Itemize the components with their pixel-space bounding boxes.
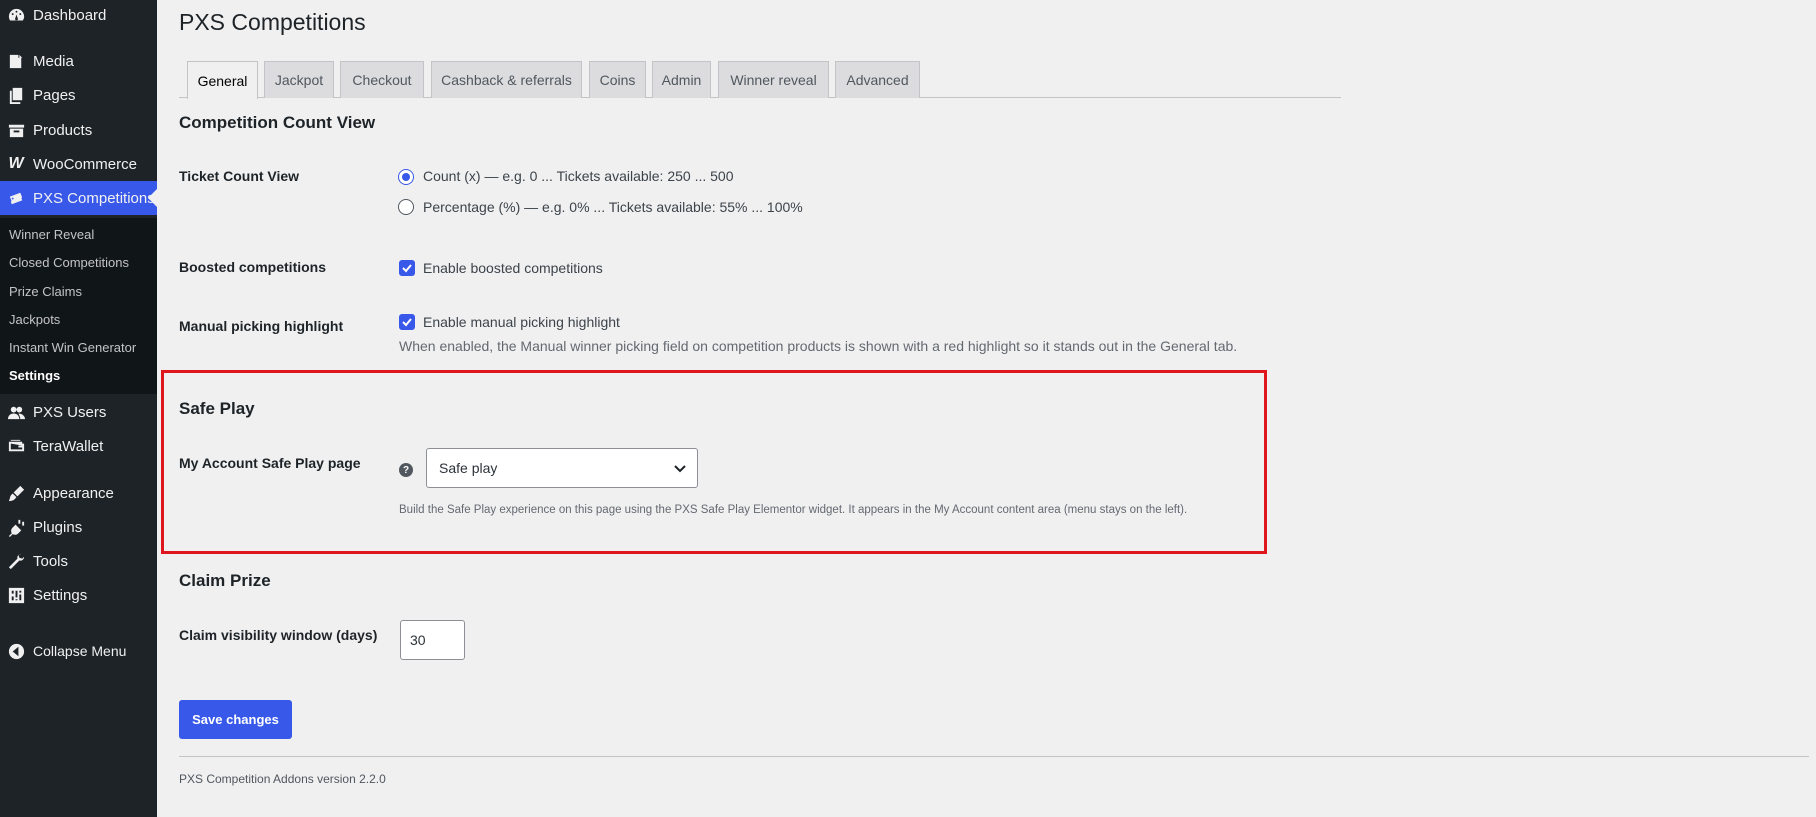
checkmark-icon <box>402 264 412 273</box>
footer-version: PXS Competition Addons version 2.2.0 <box>179 772 386 786</box>
submenu-settings[interactable]: Settings <box>9 368 60 383</box>
products-icon <box>6 120 26 140</box>
menu-pages[interactable]: Pages <box>0 78 157 112</box>
menu-label: Appearance <box>33 484 114 502</box>
boosted-checkbox[interactable] <box>399 260 415 276</box>
manual-picking-description: When enabled, the Manual winner picking … <box>399 338 1238 354</box>
safe-play-heading: Safe Play <box>179 399 255 418</box>
submenu-instant-win-generator[interactable]: Instant Win Generator <box>9 340 136 355</box>
manual-picking-checkbox[interactable] <box>399 314 415 330</box>
submenu-closed-competitions[interactable]: Closed Competitions <box>9 255 129 270</box>
collapse-icon <box>6 641 26 661</box>
tab-cashback-referrals[interactable]: Cashback & referrals <box>431 61 582 98</box>
count-view-heading: Competition Count View <box>179 113 376 132</box>
pages-icon <box>6 85 26 105</box>
brush-icon <box>6 483 26 503</box>
settings-icon <box>6 585 26 605</box>
tickets-icon <box>6 188 26 208</box>
settings-tabs: General Jackpot Checkout Cashback & refe… <box>179 61 1341 99</box>
footer-divider <box>179 756 1809 757</box>
menu-settings[interactable]: Settings <box>0 578 157 612</box>
manual-picking-checkbox-label: Enable manual picking highlight <box>423 314 620 330</box>
submenu-winner-reveal[interactable]: Winner Reveal <box>9 227 94 242</box>
menu-pxs-competitions[interactable]: PXS Competitions <box>0 181 157 215</box>
collapse-menu-button[interactable]: Collapse Menu <box>0 634 157 668</box>
safe-play-page-label: My Account Safe Play page <box>179 455 361 471</box>
wrench-icon <box>6 551 26 571</box>
users-icon <box>6 402 26 422</box>
tab-checkout[interactable]: Checkout <box>340 61 424 98</box>
claim-window-label: Claim visibility window (days) <box>179 627 378 643</box>
pxs-submenu: Winner Reveal Closed Competitions Prize … <box>0 218 157 394</box>
wallet-icon <box>6 436 26 456</box>
safe-play-page-select[interactable]: Safe play <box>426 448 698 488</box>
percentage-option-label: Percentage (%) — e.g. 0% ... Tickets ava… <box>423 199 803 215</box>
main-content: PXS Competitions General Jackpot Checkou… <box>157 0 1816 817</box>
menu-pxs-users[interactable]: PXS Users <box>0 395 157 429</box>
ticket-count-view-label: Ticket Count View <box>179 168 300 184</box>
save-changes-button[interactable]: Save changes <box>179 700 292 739</box>
submenu-jackpots[interactable]: Jackpots <box>9 312 60 327</box>
media-icon <box>6 51 26 71</box>
admin-sidebar: Dashboard Media Pages Products W WooComm… <box>0 0 157 817</box>
menu-label: Dashboard <box>33 6 107 24</box>
menu-appearance[interactable]: Appearance <box>0 476 157 510</box>
claim-window-input[interactable]: 30 <box>400 620 465 660</box>
safe-play-description: Build the Safe Play experience on this p… <box>399 504 1188 516</box>
tab-advanced[interactable]: Advanced <box>835 61 920 98</box>
menu-label: Collapse Menu <box>33 643 127 659</box>
tab-jackpot[interactable]: Jackpot <box>264 61 334 98</box>
manual-picking-label: Manual picking highlight <box>179 318 344 334</box>
count-radio[interactable] <box>398 169 414 185</box>
tab-general[interactable]: General <box>187 61 258 99</box>
boosted-label: Boosted competitions <box>179 259 327 275</box>
menu-label: WooCommerce <box>33 155 137 173</box>
checkmark-icon <box>402 318 412 327</box>
menu-label: Pages <box>33 86 76 104</box>
menu-label: PXS Users <box>33 403 107 421</box>
count-option-label: Count (x) — e.g. 0 ... Tickets available… <box>423 168 734 184</box>
select-value: Safe play <box>439 460 498 476</box>
menu-label: Plugins <box>33 518 83 536</box>
menu-dashboard[interactable]: Dashboard <box>0 0 157 32</box>
submenu-prize-claims[interactable]: Prize Claims <box>9 284 82 299</box>
menu-label: Tools <box>33 552 69 570</box>
plugin-icon <box>6 517 26 537</box>
menu-tools[interactable]: Tools <box>0 544 157 578</box>
tab-coins[interactable]: Coins <box>589 61 646 98</box>
page-title: PXS Competitions <box>179 9 366 35</box>
tab-admin[interactable]: Admin <box>652 61 711 98</box>
menu-label: Products <box>33 121 93 139</box>
menu-media[interactable]: Media <box>0 44 157 78</box>
menu-terawallet[interactable]: TeraWallet <box>0 429 157 463</box>
dashboard-icon <box>6 5 26 25</box>
menu-label: Settings <box>33 586 88 604</box>
menu-label: PXS Competitions <box>33 189 155 207</box>
tab-winner-reveal[interactable]: Winner reveal <box>718 61 829 98</box>
menu-plugins[interactable]: Plugins <box>0 510 157 544</box>
woocommerce-icon: W <box>8 155 24 172</box>
percentage-radio[interactable] <box>398 199 414 215</box>
menu-woocommerce[interactable]: W WooCommerce <box>0 147 157 181</box>
menu-label: TeraWallet <box>33 437 104 455</box>
boosted-checkbox-label: Enable boosted competitions <box>423 260 603 276</box>
claim-prize-heading: Claim Prize <box>179 571 271 590</box>
chevron-down-icon <box>674 465 686 473</box>
menu-label: Media <box>33 52 74 70</box>
help-icon[interactable]: ? <box>399 463 413 477</box>
menu-products[interactable]: Products <box>0 113 157 147</box>
